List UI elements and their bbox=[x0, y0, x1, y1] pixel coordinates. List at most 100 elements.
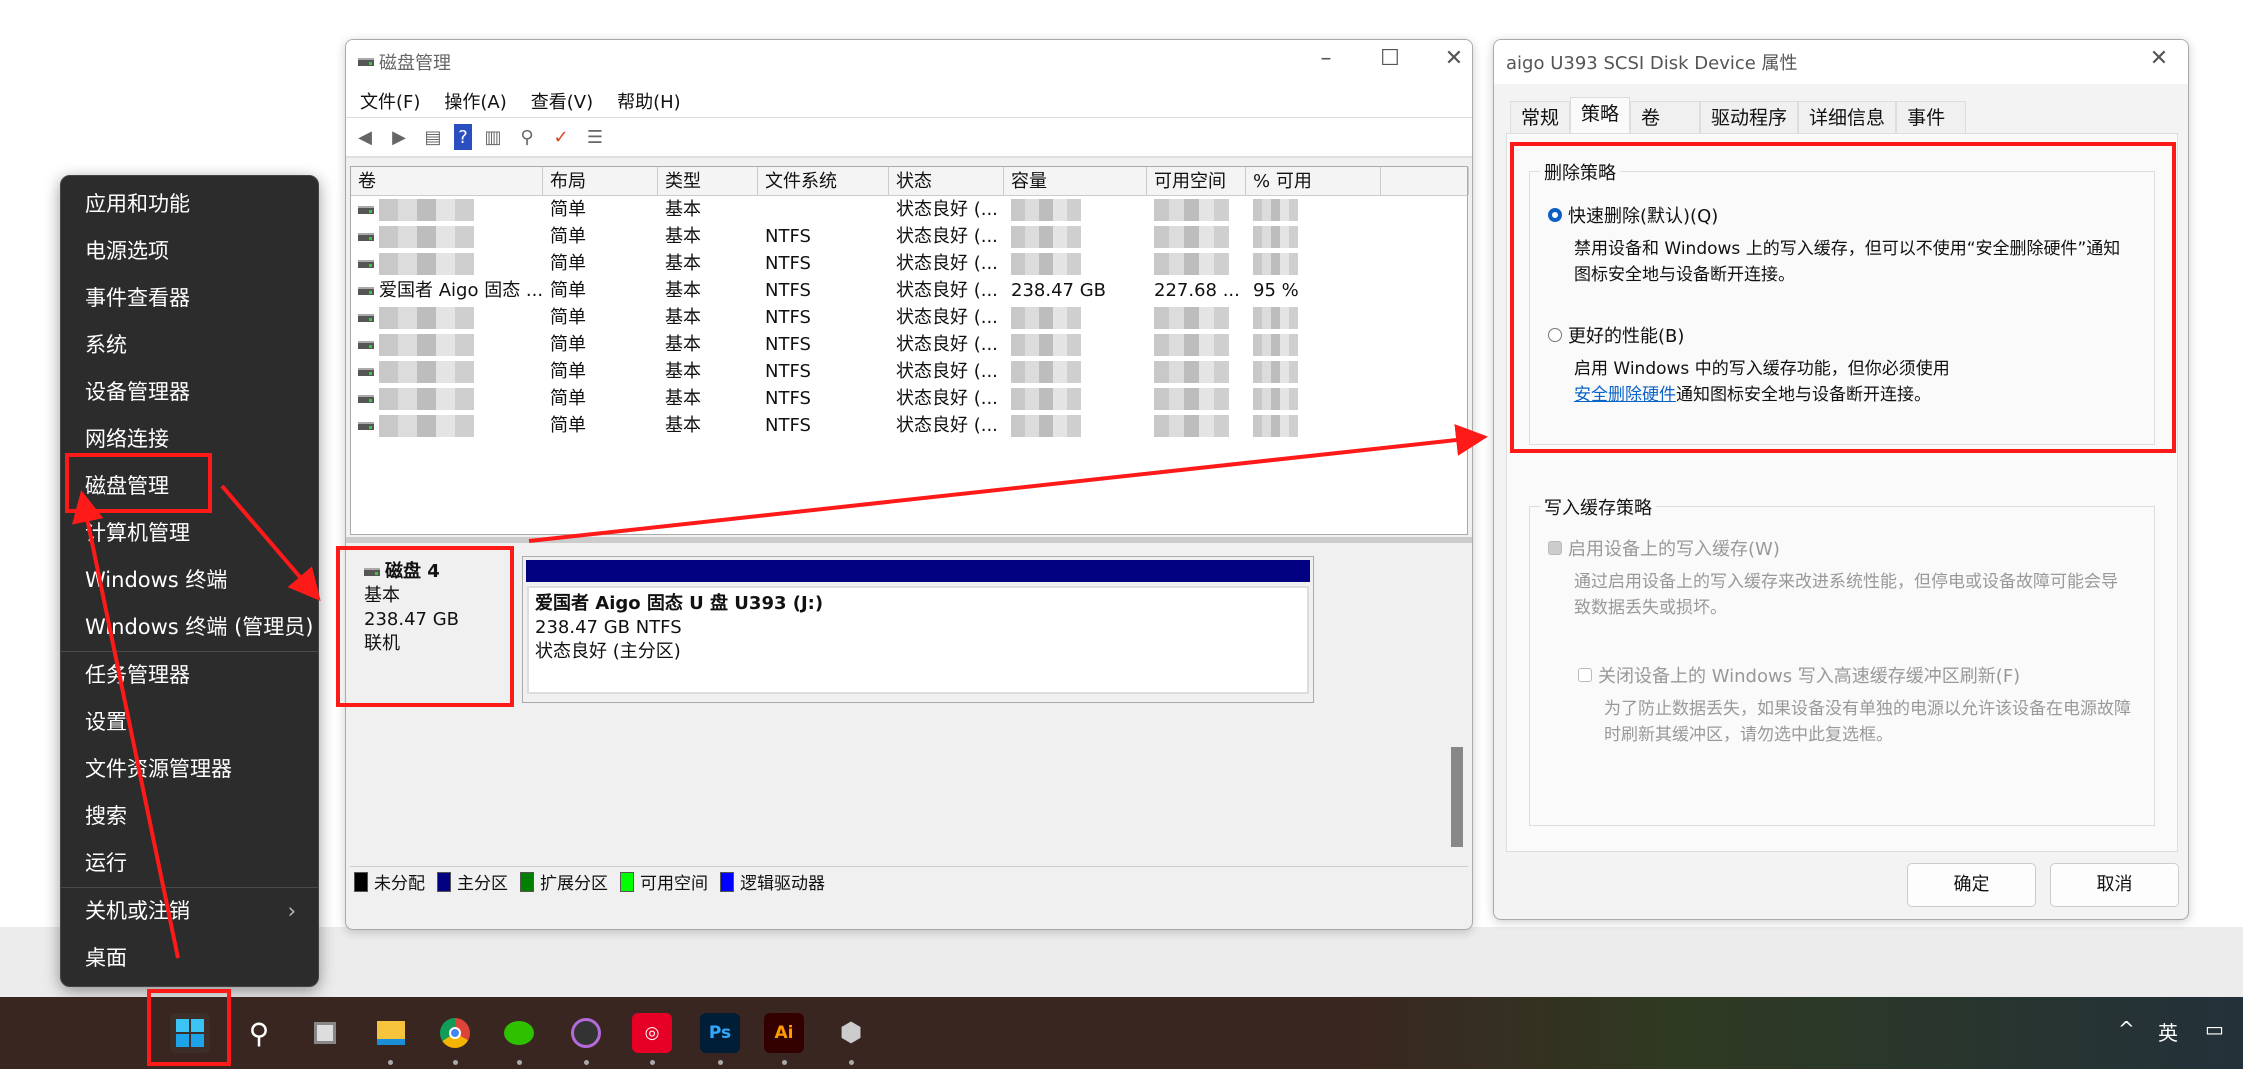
volume-row[interactable]: 简单 基本 状态良好 (... bbox=[351, 196, 1467, 223]
context-menu-item[interactable]: 应用和功能 bbox=[61, 181, 318, 228]
volume-row[interactable]: 简单 基本 NTFS 状态良好 (... bbox=[351, 358, 1467, 385]
cell-pct bbox=[1246, 385, 1381, 412]
cancel-button[interactable]: 取消 bbox=[2050, 863, 2179, 907]
wechat-icon[interactable] bbox=[499, 1013, 539, 1053]
cell-layout: 简单 bbox=[543, 277, 658, 304]
menu-view[interactable]: 查看(V) bbox=[531, 88, 593, 114]
tab-events[interactable]: 事件 bbox=[1896, 101, 1967, 134]
check-icon[interactable]: ✓ bbox=[548, 124, 574, 150]
volume-row[interactable]: 简单 基本 NTFS 状态良好 (... bbox=[351, 304, 1467, 331]
volume-row[interactable]: 简单 基本 NTFS 状态良好 (... bbox=[351, 331, 1467, 358]
dialog-close-button[interactable]: ✕ bbox=[2139, 46, 2179, 71]
maximize-button[interactable]: ☐ bbox=[1370, 46, 1410, 71]
column-header[interactable]: 文件系统 bbox=[758, 167, 889, 195]
cell-type: 基本 bbox=[658, 358, 758, 385]
vertical-scrollbar[interactable] bbox=[1451, 747, 1463, 847]
context-menu-item[interactable]: 网络连接 bbox=[61, 416, 318, 463]
ime-indicator[interactable]: 英 bbox=[2158, 1017, 2178, 1046]
close-button[interactable]: ✕ bbox=[1434, 46, 1472, 71]
properties-icon[interactable]: ☰ bbox=[582, 124, 608, 150]
column-header[interactable]: 类型 bbox=[658, 167, 758, 195]
column-header[interactable]: % 可用 bbox=[1246, 167, 1381, 195]
tray-overflow-chevron[interactable]: ^ bbox=[2118, 1017, 2135, 1041]
menu-action[interactable]: 操作(A) bbox=[444, 88, 506, 114]
context-menu-item[interactable]: Windows 终端 bbox=[61, 557, 318, 604]
task-view-icon[interactable] bbox=[305, 1013, 345, 1053]
pane-splitter[interactable] bbox=[346, 537, 1472, 543]
cell-status: 状态良好 (... bbox=[889, 223, 1004, 250]
column-header[interactable]: 卷 bbox=[351, 167, 543, 195]
show-hide-console-tree-icon[interactable]: ▤ bbox=[420, 124, 446, 150]
tab-policies[interactable]: 策略 bbox=[1570, 97, 1631, 134]
cell-text: 简单 bbox=[550, 226, 586, 247]
context-menu-item[interactable]: 事件查看器 bbox=[61, 275, 318, 322]
context-menu-item[interactable]: 运行 bbox=[61, 840, 318, 887]
tab-driver[interactable]: 驱动程序 bbox=[1700, 101, 1799, 134]
disk-info[interactable]: 磁盘 4 基本 238.47 GB 联机 bbox=[354, 552, 516, 698]
context-menu-item[interactable]: 电源选项 bbox=[61, 228, 318, 275]
partition-block[interactable]: 爱国者 Aigo 固态 U 盘 U393 (J:) 238.47 GB NTFS… bbox=[522, 556, 1314, 703]
cell-text: 简单 bbox=[550, 280, 586, 301]
context-menu-item[interactable]: 磁盘管理 bbox=[61, 463, 318, 510]
context-menu-item[interactable]: 搜索 bbox=[61, 793, 318, 840]
cell-layout: 简单 bbox=[543, 223, 658, 250]
cell-capacity bbox=[1004, 358, 1147, 385]
show-action-pane-icon[interactable]: ▥ bbox=[480, 124, 506, 150]
file-explorer-icon[interactable] bbox=[371, 1013, 411, 1053]
context-menu-item[interactable]: 设备管理器 bbox=[61, 369, 318, 416]
column-header[interactable]: 布局 bbox=[543, 167, 658, 195]
cell-volume bbox=[351, 250, 543, 277]
connect-disk-icon[interactable]: ⚲ bbox=[514, 124, 540, 150]
menu-file[interactable]: 文件(F) bbox=[360, 88, 420, 114]
cell-text: 简单 bbox=[550, 253, 586, 274]
context-menu-item[interactable]: 计算机管理 bbox=[61, 510, 318, 557]
cell-status: 状态良好 (... bbox=[889, 196, 1004, 223]
cell-layout: 简单 bbox=[543, 358, 658, 385]
quick-removal-radio[interactable]: 快速删除(默认)(Q) bbox=[1548, 202, 1718, 228]
disk-name: 磁盘 4 bbox=[385, 561, 440, 582]
column-header[interactable]: 状态 bbox=[889, 167, 1004, 195]
minimize-button[interactable]: – bbox=[1306, 46, 1346, 71]
context-menu-item[interactable]: 文件资源管理器 bbox=[61, 746, 318, 793]
volume-row[interactable]: 简单 基本 NTFS 状态良好 (... bbox=[351, 385, 1467, 412]
back-icon[interactable]: ◀ bbox=[352, 124, 378, 150]
volume-row[interactable]: 简单 基本 NTFS 状态良好 (... bbox=[351, 250, 1467, 277]
context-menu-item[interactable]: 关机或注销 › bbox=[61, 888, 318, 935]
search-icon[interactable]: ⚲ bbox=[239, 1013, 279, 1053]
chrome-icon[interactable] bbox=[435, 1013, 475, 1053]
safely-remove-hardware-link[interactable]: 安全删除硬件 bbox=[1574, 385, 1676, 405]
volume-row[interactable]: 简单 基本 NTFS 状态良好 (... bbox=[351, 223, 1467, 250]
context-menu-item[interactable]: Windows 终端 (管理员) bbox=[61, 604, 318, 651]
cell-free: 227.68 ... bbox=[1147, 277, 1246, 304]
context-menu-item[interactable]: 桌面 bbox=[61, 935, 318, 982]
notification-icon[interactable]: ▭ bbox=[2205, 1017, 2224, 1041]
forward-icon[interactable]: ▶ bbox=[386, 124, 412, 150]
better-performance-radio[interactable]: 更好的性能(B) bbox=[1548, 322, 1684, 348]
volume-row[interactable]: 爱国者 Aigo 固态 ... 简单 基本 NTFS 状态良好 (... 238.47 G… bbox=[351, 277, 1467, 304]
cell-fs: NTFS bbox=[758, 250, 889, 277]
ok-button[interactable]: 确定 bbox=[1907, 863, 2036, 907]
app-package-icon[interactable]: ⬢ bbox=[831, 1013, 871, 1053]
photoshop-icon[interactable]: Ps bbox=[700, 1013, 740, 1053]
tab-details[interactable]: 详细信息 bbox=[1798, 101, 1897, 134]
cell-text: NTFS bbox=[765, 415, 811, 436]
context-menu-item[interactable]: 任务管理器 bbox=[61, 652, 318, 699]
enable-write-cache-checkbox[interactable]: 启用设备上的写入缓存(W) bbox=[1548, 535, 1780, 561]
redacted-value bbox=[379, 361, 474, 383]
context-menu-item[interactable]: 系统 bbox=[61, 322, 318, 369]
volume-row[interactable]: 简单 基本 NTFS 状态良好 (... bbox=[351, 412, 1467, 439]
help-icon[interactable]: ? bbox=[454, 124, 472, 150]
volume-icon bbox=[358, 287, 374, 295]
start-button[interactable] bbox=[170, 1013, 210, 1053]
music-player-icon[interactable] bbox=[566, 1013, 606, 1053]
context-menu-item[interactable]: 设置 bbox=[61, 699, 318, 746]
legend-label: 主分区 bbox=[457, 874, 508, 894]
turn-off-flush-checkbox[interactable]: 关闭设备上的 Windows 写入高速缓存缓冲区刷新(F) bbox=[1578, 662, 2020, 688]
illustrator-icon[interactable]: Ai bbox=[764, 1013, 804, 1053]
tab-general[interactable]: 常规 bbox=[1510, 101, 1571, 134]
netease-music-icon[interactable]: ◎ bbox=[632, 1013, 672, 1053]
menu-help[interactable]: 帮助(H) bbox=[617, 88, 681, 114]
column-header[interactable]: 容量 bbox=[1004, 167, 1147, 195]
column-header[interactable]: 可用空间 bbox=[1147, 167, 1246, 195]
tab-volumes[interactable]: 卷 bbox=[1630, 101, 1701, 134]
